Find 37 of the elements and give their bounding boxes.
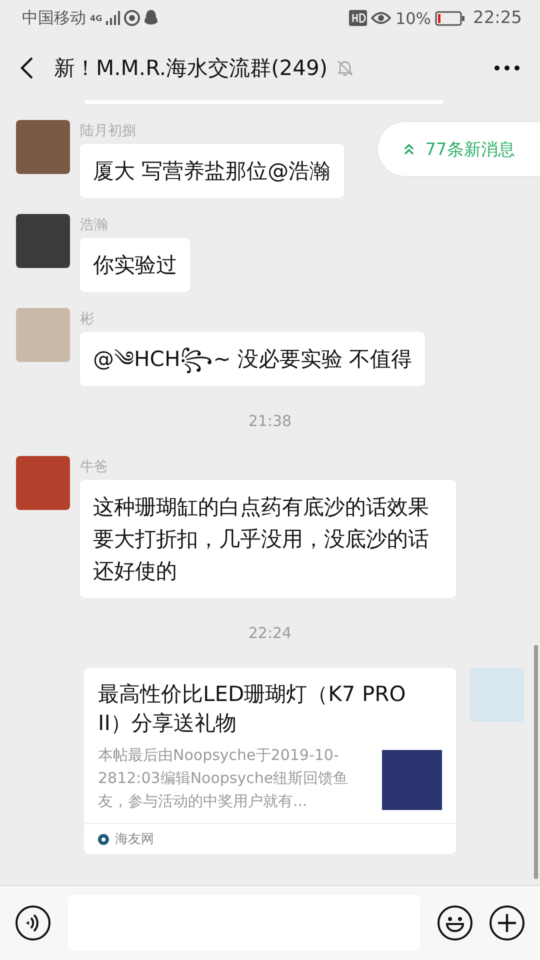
link-source: 海友网 <box>115 831 154 848</box>
emoji-button[interactable] <box>436 904 474 942</box>
thumbnail-photo-placeholder <box>382 750 442 810</box>
avatar-photo-placeholder[interactable] <box>16 456 70 510</box>
sender-name: 牛爸 <box>80 458 108 476</box>
timestamp: 21:38 <box>248 412 292 430</box>
clock-time: 22:25 <box>473 8 522 28</box>
avatar-photo-placeholder[interactable] <box>16 308 70 362</box>
scrollbar[interactable] <box>534 645 538 879</box>
carrier-name: 中国移动 <box>22 8 86 28</box>
muted-bell-icon <box>336 59 354 77</box>
message-bubble: 厦大 写营养盐那位@浩瀚 <box>80 144 344 198</box>
app-notification-icon <box>124 10 140 26</box>
message-bubble: 这种珊瑚缸的白点药有底沙的话效果要大打折扣，几乎没用，没底沙的话还好使的 <box>80 480 456 598</box>
link-card[interactable]: 最高性价比LED珊瑚灯（K7 PRO II）分享送礼物 本帖最后由Noopsyche于2019-10-2812:03编辑Noopsyche纽斯回馈鱼友，参与活动的中奖用户就有... 海友网 <box>84 668 456 854</box>
signal-icon <box>106 11 120 25</box>
battery-percent: 10% <box>395 8 431 28</box>
timestamp: 22:24 <box>248 624 292 642</box>
avatar-photo-placeholder[interactable] <box>16 120 70 174</box>
battery-icon <box>435 10 465 26</box>
chat-title: 新！M.M.R.海水交流群(249) <box>54 55 328 82</box>
link-description: 本帖最后由Noopsyche于2019-10-2812:03编辑Noopsyche纽斯回馈鱼友，参与活动的中奖用户就有... <box>98 745 350 812</box>
site-logo-icon <box>98 834 109 844</box>
sender-name: 彬 <box>80 310 94 328</box>
double-up-arrow-icon <box>403 143 416 155</box>
message-bubble: 你实验过 <box>80 238 190 292</box>
voice-button[interactable] <box>14 904 52 942</box>
hd-icon <box>349 10 368 26</box>
sender-name: 陆月初捌 <box>80 122 136 140</box>
eye-icon <box>371 11 392 25</box>
add-button[interactable] <box>488 904 526 942</box>
avatar-photo-placeholder[interactable] <box>16 214 70 268</box>
link-title: 最高性价比LED珊瑚灯（K7 PRO II）分享送礼物 <box>98 681 407 737</box>
more-dots-icon <box>494 65 520 71</box>
sender-name: 浩瀚 <box>80 216 108 234</box>
network-type: 4G <box>90 14 102 22</box>
message-bubble: @༄HCH꧂~ 没必要实验 不值得 <box>80 332 426 386</box>
